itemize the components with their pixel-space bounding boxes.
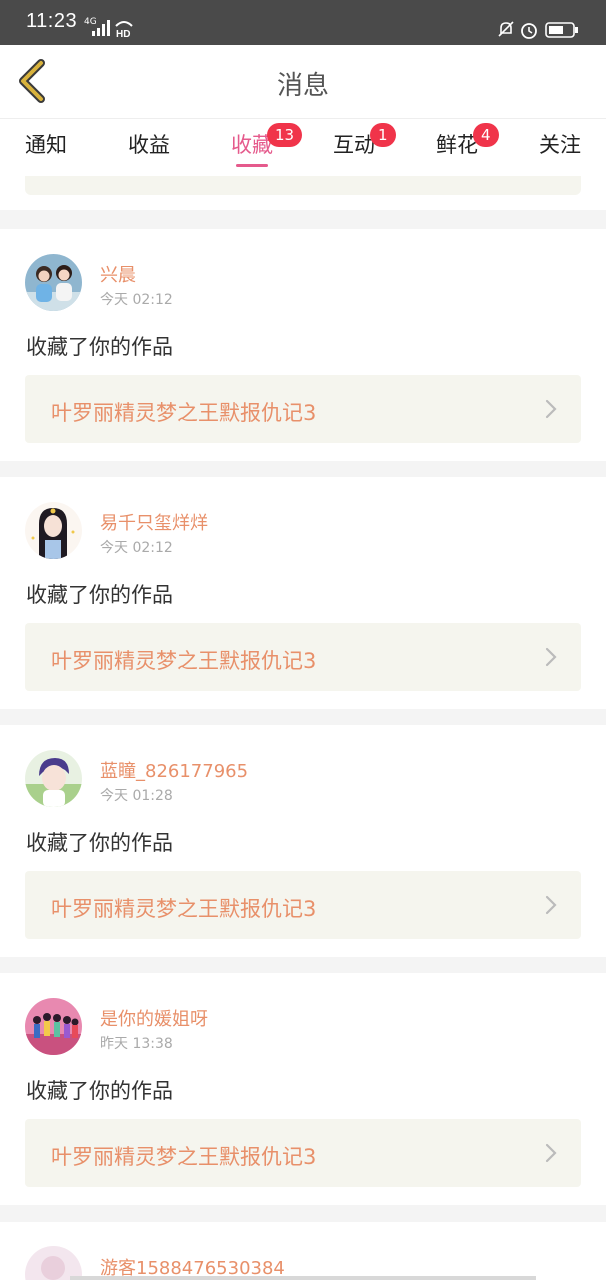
status-bar: 11:23 4G HD xyxy=(0,0,606,45)
tab-label: 收益 xyxy=(128,133,170,157)
status-time: 11:23 xyxy=(26,10,78,32)
avatar-image xyxy=(25,998,82,1055)
tab-notifications[interactable]: 通知 xyxy=(25,129,67,159)
battery-icon xyxy=(545,22,578,38)
avatar[interactable] xyxy=(25,998,82,1055)
avatar-image xyxy=(25,254,82,311)
svg-text:HD: HD xyxy=(116,29,130,38)
message-card: 兴晨 今天 02:12 收藏了你的作品 叶罗丽精灵梦之王默报仇记3 xyxy=(0,229,606,461)
avatar[interactable] xyxy=(25,254,82,311)
message-card: 是你的媛姐呀 昨天 13:38 收藏了你的作品 叶罗丽精灵梦之王默报仇记3 xyxy=(0,973,606,1205)
avatar[interactable] xyxy=(25,1246,82,1280)
work-link[interactable]: 叶罗丽精灵梦之王默报仇记3 xyxy=(25,871,581,939)
action-text: 收藏了你的作品 xyxy=(26,583,173,607)
message-time: 今天 02:12 xyxy=(100,292,173,308)
avatar-image xyxy=(25,502,82,559)
avatar[interactable] xyxy=(25,750,82,807)
avatar-image xyxy=(25,1246,82,1280)
signal-icon xyxy=(92,20,110,36)
username[interactable]: 是你的媛姐呀 xyxy=(100,1005,208,1031)
work-link[interactable]: 叶罗丽精灵梦之王默报仇记3 xyxy=(25,375,581,443)
message-time: 今天 01:28 xyxy=(100,788,173,804)
username[interactable]: 兴晨 xyxy=(100,261,136,287)
work-title: 叶罗丽精灵梦之王默报仇记3 xyxy=(51,401,317,425)
message-time: 昨天 13:38 xyxy=(100,1036,173,1052)
header: 消息 xyxy=(0,45,606,118)
tab-label: 鲜花 xyxy=(436,133,478,157)
work-link[interactable]: 叶罗丽精灵梦之王默报仇记3 xyxy=(25,1119,581,1187)
message-card: 蓝瞳_826177965 今天 01:28 收藏了你的作品 叶罗丽精灵梦之王默报… xyxy=(0,725,606,957)
mute-bell-icon xyxy=(498,21,514,37)
tab-label: 关注 xyxy=(539,133,581,157)
tab-bar: 通知 收益 收藏 13 互动 1 鲜花 4 关注 xyxy=(0,118,606,176)
favorites-count-badge: 13 xyxy=(267,123,303,147)
tab-interactions[interactable]: 互动 1 xyxy=(333,123,396,159)
bottom-overlay-bar xyxy=(70,1276,536,1280)
action-text: 收藏了你的作品 xyxy=(26,831,173,855)
chevron-right-icon xyxy=(545,895,557,915)
tab-label: 互动 xyxy=(333,133,375,157)
previous-work-box[interactable] xyxy=(25,176,581,195)
action-text: 收藏了你的作品 xyxy=(26,1079,173,1103)
username[interactable]: 易千只玺烊烊 xyxy=(100,509,208,535)
work-title: 叶罗丽精灵梦之王默报仇记3 xyxy=(51,897,317,921)
page-title: 消息 xyxy=(276,71,329,101)
avatar-image xyxy=(25,750,82,807)
tab-earnings[interactable]: 收益 xyxy=(128,129,170,159)
tab-favorites[interactable]: 收藏 13 xyxy=(231,123,303,159)
message-card-partial: 游客1588476530384 xyxy=(0,1222,606,1280)
username[interactable]: 蓝瞳_826177965 xyxy=(100,757,248,783)
alarm-icon xyxy=(521,23,537,39)
message-time: 今天 02:12 xyxy=(100,540,173,556)
chevron-right-icon xyxy=(545,647,557,667)
interactions-count-badge: 1 xyxy=(370,123,396,147)
work-link[interactable]: 叶罗丽精灵梦之王默报仇记3 xyxy=(25,623,581,691)
work-title: 叶罗丽精灵梦之王默报仇记3 xyxy=(51,1145,317,1169)
tab-flowers[interactable]: 鲜花 4 xyxy=(436,123,499,159)
flowers-count-badge: 4 xyxy=(473,123,499,147)
action-text: 收藏了你的作品 xyxy=(26,335,173,359)
avatar[interactable] xyxy=(25,502,82,559)
chevron-right-icon xyxy=(545,399,557,419)
message-card: 易千只玺烊烊 今天 02:12 收藏了你的作品 叶罗丽精灵梦之王默报仇记3 xyxy=(0,477,606,709)
previous-card-remnant xyxy=(0,176,606,210)
chevron-right-icon xyxy=(545,1143,557,1163)
active-tab-indicator xyxy=(236,164,268,167)
tab-follows[interactable]: 关注 xyxy=(539,129,581,159)
tab-label: 通知 xyxy=(25,133,67,157)
work-title: 叶罗丽精灵梦之王默报仇记3 xyxy=(51,649,317,673)
hd-call-icon: HD xyxy=(115,21,133,38)
